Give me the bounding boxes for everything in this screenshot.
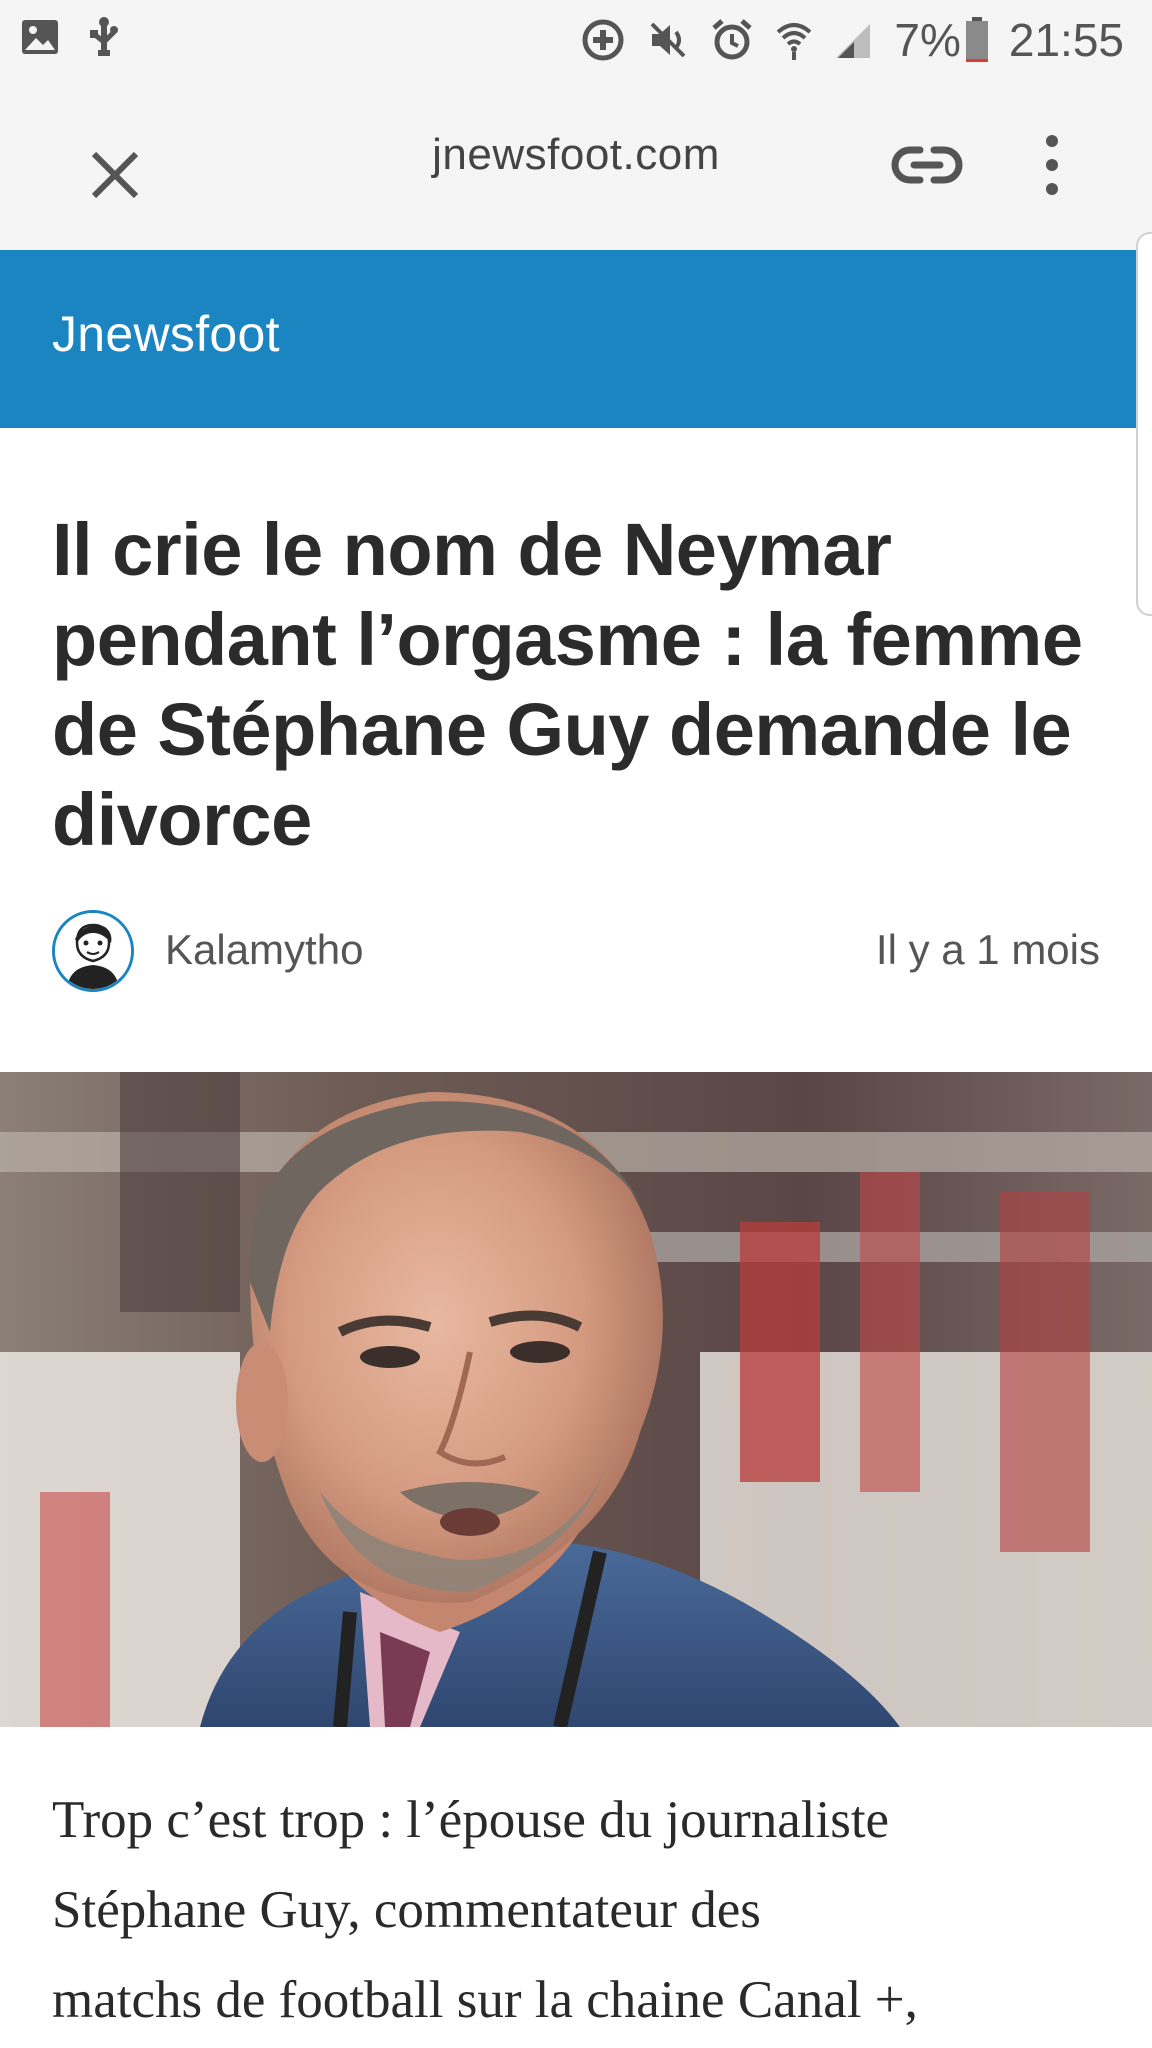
scroll-indicator[interactable] — [1136, 232, 1152, 616]
status-bar-right: 7% 21:55 — [580, 10, 1124, 70]
url-domain: jnewsfoot.com — [432, 130, 720, 179]
author-avatar-image — [55, 913, 131, 989]
link-icon — [891, 146, 963, 184]
data-saver-icon — [580, 17, 626, 63]
copy-link-button[interactable] — [890, 128, 964, 202]
status-bar: 7% 21:55 — [0, 0, 1152, 80]
overflow-menu-button[interactable] — [1030, 128, 1074, 202]
wifi-icon — [774, 18, 814, 62]
hero-image — [0, 1072, 1152, 1727]
article-body: Trop c’est trop : l’épouse du journalist… — [52, 1775, 1132, 2045]
article-meta: Kalamytho Il y a 1 mois — [52, 910, 1100, 996]
custom-tab-toolbar: jnewsfoot.com — [0, 80, 1152, 250]
author-name[interactable]: Kalamytho — [165, 926, 363, 974]
usb-debug-icon — [88, 16, 120, 58]
publish-date: Il y a 1 mois — [875, 926, 1100, 973]
clock: 21:55 — [1008, 14, 1124, 66]
alarm-icon — [710, 18, 754, 62]
mute-icon — [646, 18, 690, 62]
more-vertical-icon — [1046, 135, 1058, 195]
status-bar-left — [20, 16, 120, 58]
article-body-line: matchs de football sur la chaine Canal +… — [52, 1971, 918, 2029]
article-headline: Il crie le nom de Neymar pendant l’orgas… — [52, 508, 1083, 861]
image-icon — [20, 18, 60, 56]
article-body-line: Trop c’est trop : l’épouse du journalist… — [52, 1791, 890, 1849]
site-header: Jnewsfoot — [0, 250, 1138, 428]
site-name[interactable]: Jnewsfoot — [52, 305, 280, 363]
article-body-line: Stéphane Guy, commentateur des — [52, 1881, 761, 1939]
battery-icon — [965, 17, 989, 63]
battery-indicator: 7% — [894, 13, 988, 67]
battery-percent: 7% — [894, 14, 961, 66]
hero-photo — [0, 1072, 1152, 1727]
author-avatar[interactable] — [52, 910, 134, 992]
signal-icon — [834, 20, 874, 60]
